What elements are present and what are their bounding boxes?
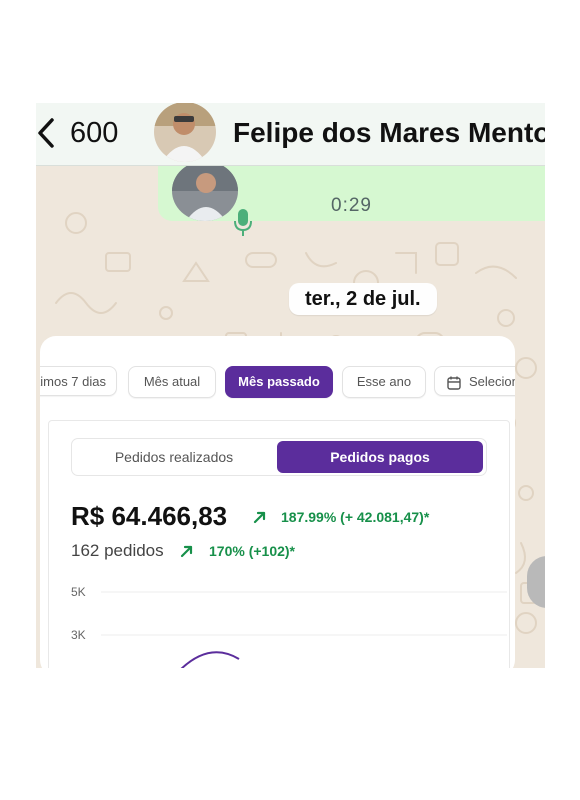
back-arrow-icon[interactable] [36, 116, 58, 150]
trend-up-icon [253, 511, 266, 524]
y-tick-label: 5K [71, 585, 86, 599]
orders-count: 162 pedidos [71, 541, 164, 560]
calendar-icon [447, 376, 461, 390]
unread-count[interactable]: 600 [70, 115, 118, 151]
orders-panel: Pedidos realizados Pedidos pagos R$ 64.4… [48, 420, 510, 668]
filter-select-period[interactable]: Selecionar período [434, 366, 515, 396]
toggle-orders-placed[interactable]: Pedidos realizados [74, 441, 274, 473]
contact-name[interactable]: Felipe dos Mares Mentoria [233, 115, 545, 151]
revenue-value: R$ 64.466,83 [71, 501, 228, 531]
y-tick-label: 3K [71, 628, 86, 642]
filter-this-year[interactable]: Esse ano [342, 366, 426, 398]
sender-avatar [172, 161, 238, 221]
date-divider: ter., 2 de jul. [289, 283, 437, 315]
orders-toggle: Pedidos realizados Pedidos pagos [71, 438, 487, 476]
date-filter-bar: Últimos 7 dias Mês atual Mês passado Ess… [40, 366, 515, 400]
contact-avatar[interactable] [154, 103, 216, 162]
filter-last-month[interactable]: Mês passado [225, 366, 333, 398]
filter-select-period-label: Selecionar período [469, 374, 515, 389]
audio-duration: 0:29 [331, 195, 372, 216]
revenue-change: 187.99% (+ 42.081,47)* [281, 509, 430, 525]
toggle-orders-paid[interactable]: Pedidos pagos [277, 441, 483, 473]
series-line [180, 651, 240, 668]
filter-last-7-days[interactable]: Últimos 7 dias [40, 366, 117, 396]
orders-chart: 5K 3K [71, 585, 507, 668]
orders-change: 170% (+102)* [209, 543, 296, 559]
filter-current-month[interactable]: Mês atual [128, 366, 216, 398]
microphone-icon [234, 209, 252, 236]
dashboard-screenshot[interactable]: Últimos 7 dias Mês atual Mês passado Ess… [40, 336, 515, 668]
chat-header: 600 Felipe dos Mares Mentoria [36, 103, 545, 166]
whatsapp-screen: 0:29 600 Felipe dos Mares Mentoria ter.,… [36, 103, 545, 668]
trend-up-icon [180, 545, 193, 558]
